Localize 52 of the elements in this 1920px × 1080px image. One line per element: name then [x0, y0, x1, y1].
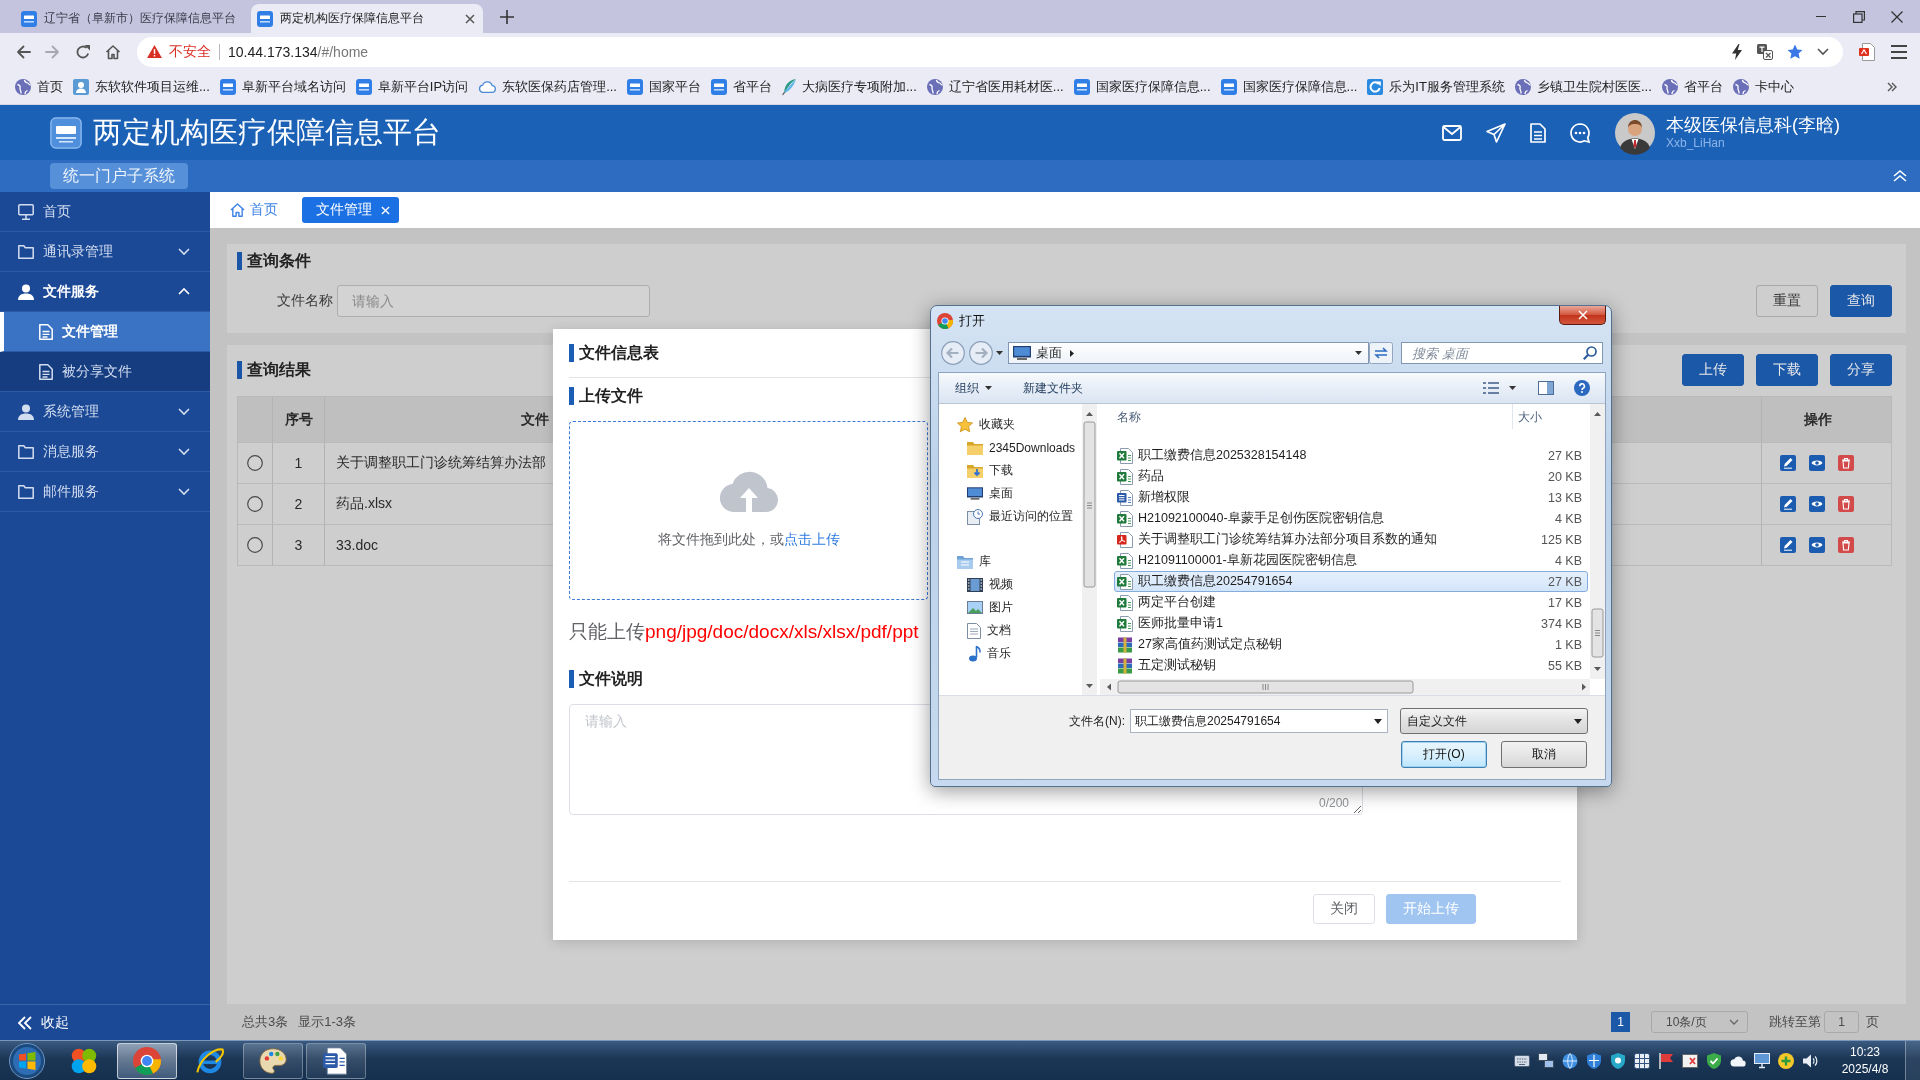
section-title: 查询结果	[237, 361, 311, 379]
user-name: 本级医保信息科(李晗)	[1666, 114, 1841, 136]
table-cell: 3	[294, 537, 303, 553]
range-text: 显示1-3条	[298, 1013, 357, 1031]
file-size: 27 KB	[1547, 448, 1582, 463]
table-cell: 关于调整职工门诊统筹结算办法部	[336, 454, 546, 472]
file-size: 374 KB	[1541, 616, 1582, 631]
column-header: 操作	[1803, 410, 1832, 429]
file-size: 125 KB	[1541, 532, 1582, 547]
dialog-title: 打开	[959, 312, 985, 330]
dialog-title: 文件信息表	[569, 344, 659, 362]
file-size: 17 KB	[1547, 595, 1582, 610]
file-type-hint: 只能上传png/jpg/doc/docx/xls/xlsx/pdf/ppt	[569, 620, 919, 644]
drop-hint-text: 将文件拖到此处，或	[657, 531, 784, 549]
file-size: 13 KB	[1547, 490, 1582, 505]
file-name: H21091100001-阜新花园医院密钥信息	[1138, 552, 1357, 569]
file-name: 新增权限	[1138, 489, 1190, 506]
file-name: 职工缴费信息2025328154148	[1138, 447, 1307, 464]
table-cell: 1	[294, 455, 303, 471]
file-name: 27家高值药测试定点秘钥	[1138, 636, 1282, 653]
table-cell: 2	[294, 496, 303, 512]
file-name: 五定测试秘钥	[1138, 657, 1216, 674]
user-account: Xxb_LiHan	[1666, 136, 1726, 151]
file-name: 药品	[1138, 468, 1164, 485]
section-title: 查询条件	[237, 252, 311, 270]
table-cell: 33.doc	[336, 537, 379, 553]
file-size: 27 KB	[1547, 574, 1582, 589]
file-size: 4 KB	[1554, 511, 1582, 526]
file-name: 关于调整职工门诊统筹结算办法部分项目系数的通知	[1138, 531, 1437, 548]
subsystem-label: 统一门户子系统	[50, 163, 188, 189]
file-name: 两定平台创建	[1138, 594, 1216, 611]
page-suffix: 页	[1866, 1013, 1879, 1031]
total-count: 总共3条	[242, 1013, 289, 1031]
field-label: 文件名称	[277, 292, 333, 310]
jump-label: 跳转至第	[1769, 1013, 1821, 1031]
char-counter: 0/200	[1318, 796, 1349, 810]
file-size: 20 KB	[1547, 469, 1582, 484]
table-cell: 药品.xlsx	[336, 495, 392, 513]
file-name: H21092100040-阜蒙手足创伤医院密钥信息	[1138, 510, 1384, 527]
file-size: 1 KB	[1554, 637, 1582, 652]
section-title: 上传文件	[569, 387, 643, 405]
file-name: 医师批量申请1	[1138, 615, 1223, 632]
app-title: 两定机构医疗保障信息平台	[93, 114, 441, 150]
file-size: 4 KB	[1554, 553, 1582, 568]
file-name: 职工缴费信息20254791654	[1138, 573, 1293, 590]
url-text: 10.44.173.134/#/home	[228, 43, 369, 60]
field-label: 文件名(N):	[1069, 712, 1125, 730]
section-title: 文件说明	[569, 670, 643, 688]
column-header: 文件	[521, 410, 549, 429]
column-header: 序号	[284, 410, 313, 429]
security-label: 不安全	[169, 42, 211, 61]
file-size: 55 KB	[1547, 658, 1582, 673]
